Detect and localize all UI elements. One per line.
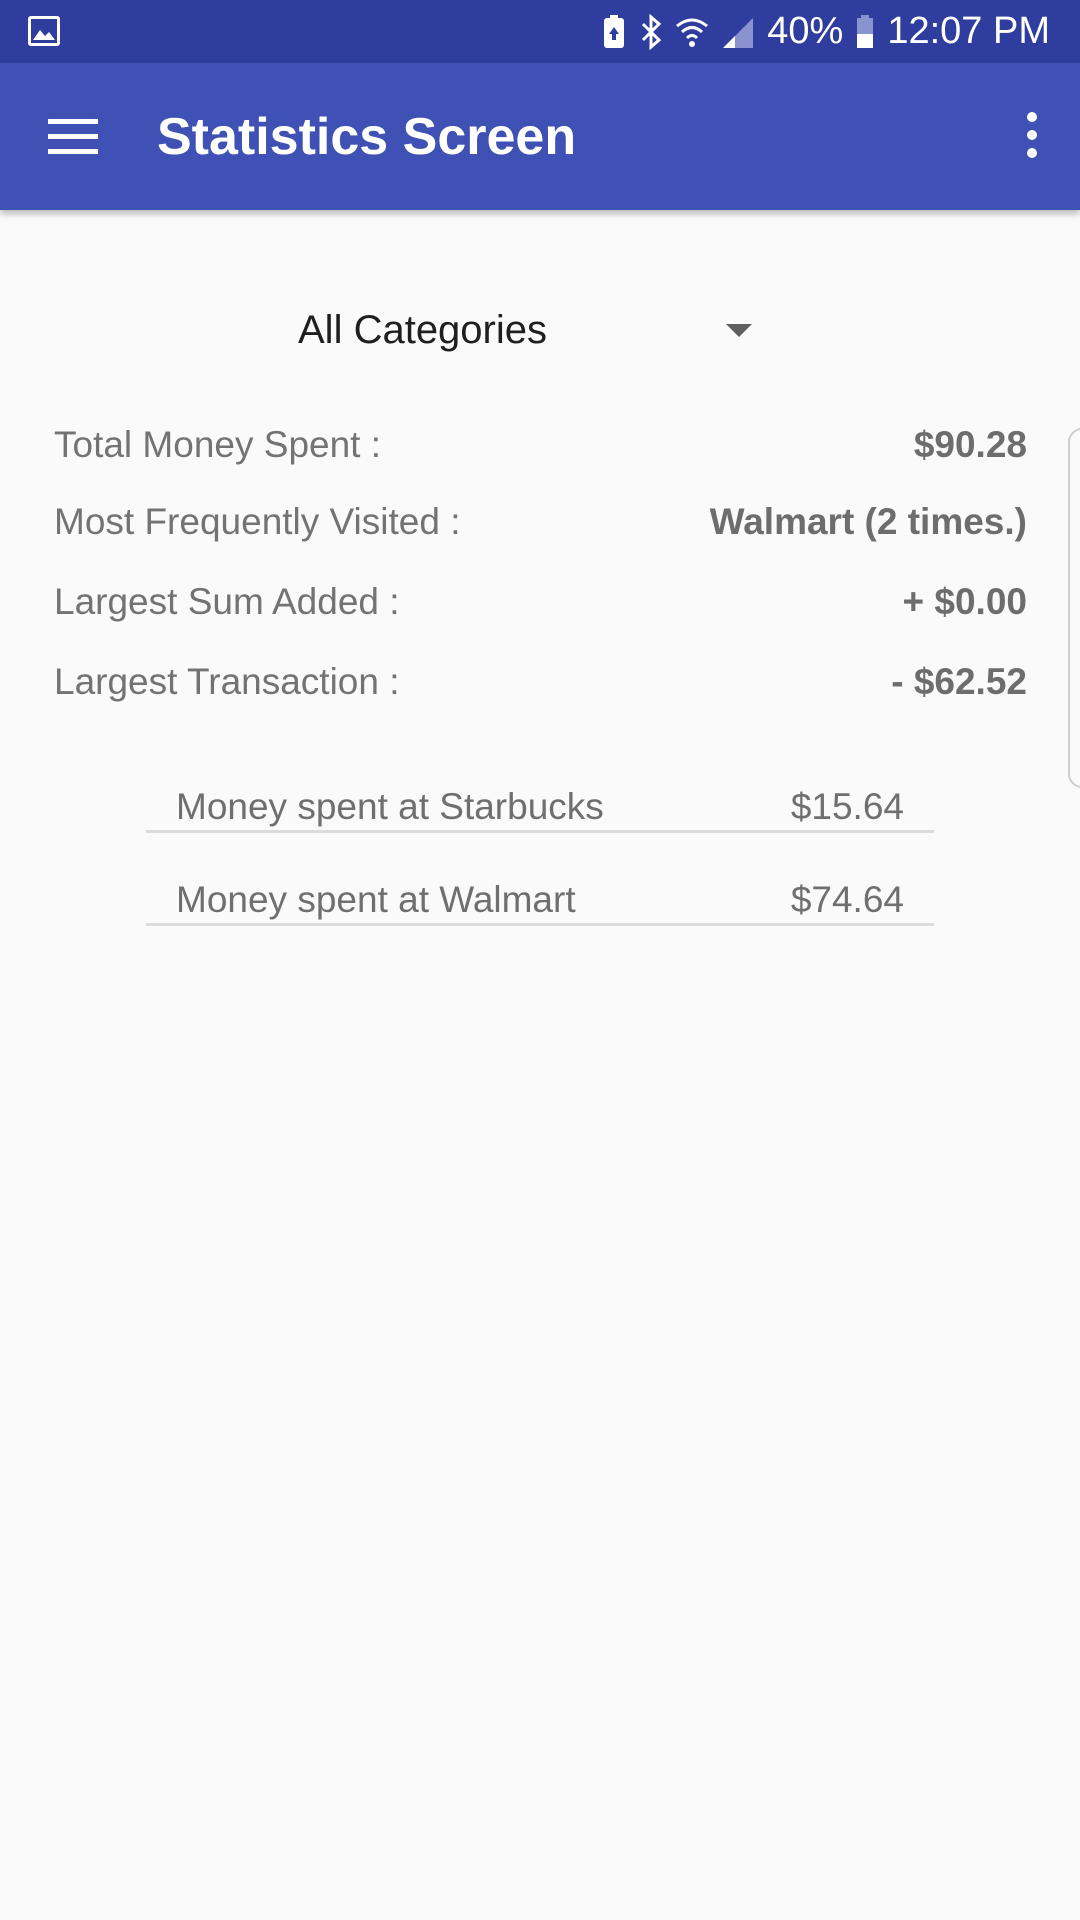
spend-amount: $74.64 xyxy=(790,879,904,920)
menu-icon[interactable] xyxy=(48,117,98,155)
stat-label: Largest Transaction : xyxy=(54,661,400,702)
spend-amount: $15.64 xyxy=(790,786,904,827)
stat-label: Total Money Spent : xyxy=(54,424,382,465)
spend-label: Money spent at Starbucks xyxy=(176,786,604,827)
status-icons: 40% 12:07 PM xyxy=(601,0,1050,63)
stat-label: Largest Sum Added : xyxy=(54,581,400,622)
stat-largest-transaction: Largest Transaction : - $62.52 xyxy=(54,661,1027,711)
list-item[interactable]: Money spent at Walmart $74.64 xyxy=(146,863,934,956)
stat-largest-sum-added: Largest Sum Added : + $0.00 xyxy=(54,581,1027,631)
wifi-icon xyxy=(676,18,709,47)
list-item[interactable]: Money spent at Starbucks $15.64 xyxy=(146,770,934,863)
stat-total-money-spent: Total Money Spent : $90.28 xyxy=(54,424,1027,474)
stat-value: - $62.52 xyxy=(891,661,1027,702)
more-vert-icon[interactable] xyxy=(1014,107,1050,167)
page-title: Statistics Screen xyxy=(157,108,577,166)
battery-saver-icon xyxy=(604,14,625,48)
edge-panel-handle[interactable] xyxy=(1068,428,1080,788)
stat-label: Most Frequently Visited : xyxy=(54,501,461,542)
battery-icon xyxy=(857,14,874,48)
status-bar: 40% 12:07 PM xyxy=(0,0,1080,63)
app-bar: Statistics Screen xyxy=(0,63,1080,210)
stat-value: + $0.00 xyxy=(902,581,1027,622)
divider xyxy=(146,830,934,833)
stat-value: Walmart (2 times.) xyxy=(709,501,1027,542)
category-dropdown-label: All Categories xyxy=(298,308,548,352)
bluetooth-icon xyxy=(642,13,662,50)
spending-list: Money spent at Starbucks $15.64 Money sp… xyxy=(146,770,934,956)
dropdown-arrow-icon xyxy=(726,324,752,337)
divider xyxy=(146,923,934,926)
stat-value: $90.28 xyxy=(913,424,1027,465)
category-dropdown[interactable]: All Categories xyxy=(290,300,770,364)
spend-label: Money spent at Walmart xyxy=(176,879,576,920)
stat-most-frequently-visited: Most Frequently Visited : Walmart (2 tim… xyxy=(54,501,1027,551)
battery-percent: 40% xyxy=(767,10,844,52)
gallery-icon xyxy=(28,16,60,46)
status-time: 12:07 PM xyxy=(887,10,1050,52)
signal-icon xyxy=(723,17,754,48)
